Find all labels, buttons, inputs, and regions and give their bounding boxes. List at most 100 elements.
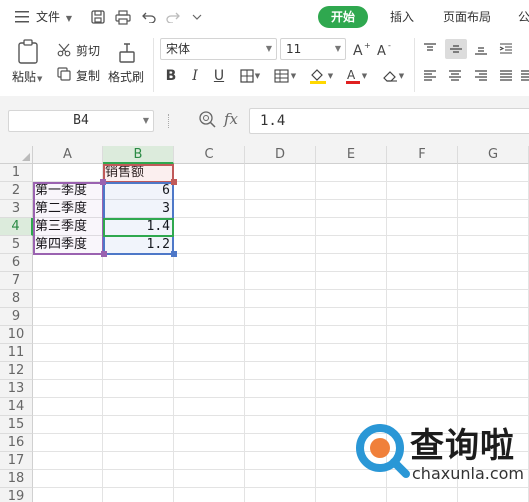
bold-button[interactable]: B	[160, 65, 182, 87]
paste-icon[interactable]	[14, 38, 42, 66]
fx-button[interactable]: fx	[224, 110, 238, 128]
align-bottom-icon[interactable]	[471, 39, 491, 59]
cell-style-button[interactable]: ▼	[270, 65, 300, 87]
row-header-15[interactable]: 15	[0, 416, 33, 434]
tab-page-layout[interactable]: 页面布局	[437, 6, 497, 28]
chevron-down-icon: ▼	[65, 14, 72, 23]
ribbon-separator	[414, 38, 415, 92]
chevron-down-icon: ▼	[334, 44, 341, 53]
font-size-select[interactable]: 11 ▼	[280, 38, 346, 60]
paste-label: 粘贴	[12, 70, 37, 84]
column-header-f[interactable]: F	[387, 146, 458, 164]
row-header-13[interactable]: 13	[0, 380, 33, 398]
gridline-horizontal	[33, 307, 529, 308]
row-header-10[interactable]: 10	[0, 326, 33, 344]
row-header-6[interactable]: 6	[0, 254, 33, 272]
align-top-icon[interactable]	[420, 39, 440, 59]
print-icon[interactable]	[113, 7, 133, 27]
row-header-11[interactable]: 11	[0, 344, 33, 362]
menu-bar: 文件 ▼ 开始 插入 页面布局 公	[0, 0, 529, 34]
format-painter-icon[interactable]	[114, 38, 140, 66]
column-header-g[interactable]: G	[458, 146, 529, 164]
row-header-9[interactable]: 9	[0, 308, 33, 326]
row-header-1[interactable]: 1	[0, 164, 33, 182]
clear-format-button[interactable]: ▼	[378, 65, 408, 87]
tab-insert[interactable]: 插入	[384, 6, 420, 28]
range-handle[interactable]	[171, 251, 177, 257]
range-handle[interactable]	[171, 179, 177, 185]
fill-color-button[interactable]: ▼	[306, 65, 336, 87]
row-header-2[interactable]: 2	[0, 182, 33, 200]
format-painter-button[interactable]: 格式刷	[108, 68, 144, 85]
chevron-down-icon: ▼	[398, 72, 405, 80]
tab-home[interactable]: 开始	[318, 6, 369, 28]
formula-input[interactable]: 1.4	[249, 108, 529, 134]
gridline-horizontal	[33, 379, 529, 380]
gridline-horizontal	[33, 415, 529, 416]
column-header-a[interactable]: A	[33, 146, 103, 164]
hamburger-menu-icon[interactable]	[12, 7, 32, 27]
row-header-19[interactable]: 19	[0, 488, 33, 502]
column-header-e[interactable]: E	[316, 146, 387, 164]
file-menu[interactable]: 文件 ▼	[36, 8, 72, 26]
align-right-icon[interactable]	[471, 66, 491, 86]
name-box-value: B4	[73, 113, 89, 128]
row-header-17[interactable]: 17	[0, 452, 33, 470]
row-header-5[interactable]: 5	[0, 236, 33, 254]
font-name-select[interactable]: 宋体 ▼	[160, 38, 277, 60]
column-header-c[interactable]: C	[174, 146, 245, 164]
chevron-down-icon: ▼	[290, 72, 297, 80]
range-highlight-b1	[103, 164, 174, 183]
name-box[interactable]: B4 ▼	[8, 110, 154, 132]
align-center-icon[interactable]	[445, 66, 465, 86]
cut-button[interactable]: 剪切	[76, 42, 100, 59]
magnifier-logo-icon	[356, 424, 410, 478]
font-size-value: 11	[286, 42, 302, 56]
tab-formulas[interactable]: 公	[512, 6, 529, 28]
justify-icon[interactable]	[496, 66, 516, 86]
active-cell-border	[103, 218, 174, 237]
undo-icon[interactable]	[139, 7, 159, 27]
ribbon-separator	[153, 38, 154, 92]
chevron-down-icon: ▼	[265, 44, 272, 53]
formula-bar-divider	[168, 114, 170, 128]
select-all-corner[interactable]	[0, 146, 33, 164]
column-header-d[interactable]: D	[245, 146, 316, 164]
watermark-title: 查询啦	[410, 426, 515, 466]
range-handle[interactable]	[100, 179, 106, 185]
range-handle[interactable]	[101, 251, 107, 257]
redo-icon[interactable]	[163, 7, 183, 27]
row-header-8[interactable]: 8	[0, 290, 33, 308]
row-header-16[interactable]: 16	[0, 434, 33, 452]
font-name-value: 宋体	[166, 42, 191, 56]
font-color-button[interactable]: A ▼	[341, 65, 371, 87]
scissors-icon	[56, 42, 72, 58]
decrease-font-icon[interactable]: A-	[376, 38, 396, 60]
formula-bar: B4 ▼ fx 1.4	[0, 96, 529, 146]
align-left-icon[interactable]	[420, 66, 440, 86]
quick-access-dropdown-icon[interactable]	[187, 7, 207, 27]
underline-button[interactable]: U	[208, 65, 230, 87]
row-header-3[interactable]: 3	[0, 200, 33, 218]
row-header-4[interactable]: 4	[0, 218, 33, 236]
increase-font-icon[interactable]: A +	[352, 38, 372, 60]
gridline-horizontal	[33, 271, 529, 272]
svg-text:+: +	[364, 41, 371, 50]
distributed-align-icon[interactable]	[519, 66, 529, 86]
svg-text:A: A	[353, 43, 363, 57]
row-header-14[interactable]: 14	[0, 398, 33, 416]
save-icon[interactable]	[88, 7, 108, 27]
ribbon-toolbar: 粘贴▼ 剪切 复制 格式刷 宋体 ▼ 11 ▼ A + A- B I U ▼ ▼ …	[0, 34, 529, 96]
paste-button[interactable]: 粘贴▼	[12, 68, 42, 85]
row-header-7[interactable]: 7	[0, 272, 33, 290]
italic-button[interactable]: I	[184, 65, 206, 87]
align-middle-icon[interactable]	[445, 39, 467, 59]
chevron-down-icon: ▼	[327, 72, 334, 80]
copy-button[interactable]: 复制	[76, 67, 100, 84]
row-header-12[interactable]: 12	[0, 362, 33, 380]
borders-button[interactable]: ▼	[235, 65, 265, 87]
zoom-search-icon[interactable]	[198, 110, 218, 130]
column-header-b[interactable]: B	[103, 146, 174, 164]
row-header-18[interactable]: 18	[0, 470, 33, 488]
indent-icon[interactable]	[496, 39, 516, 59]
